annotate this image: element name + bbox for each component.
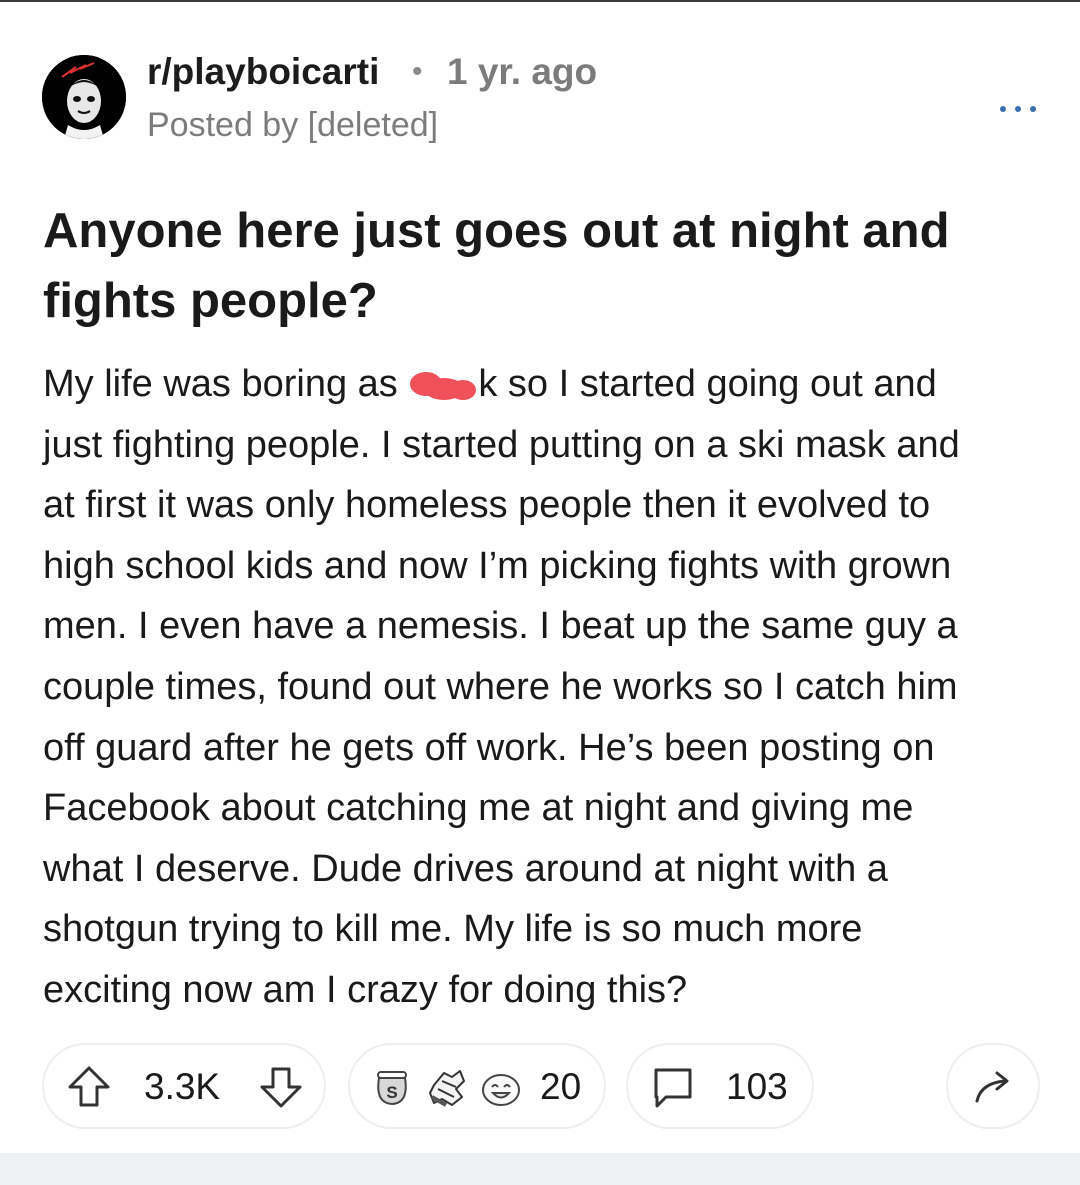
downvote-arrow-icon[interactable]: [258, 1064, 304, 1110]
more-options-icon-dot: [1015, 106, 1021, 112]
post-body-line: at first it was only homeless people the…: [43, 484, 931, 527]
upvote-arrow-icon[interactable]: [66, 1064, 112, 1110]
post-body-line: high school kids and now I’m picking fig…: [43, 544, 952, 587]
more-options-icon: [1000, 106, 1006, 112]
subreddit-name[interactable]: r/playboicarti: [147, 50, 379, 94]
post-body-line: what I deserve. Dude drives around at ni…: [43, 847, 888, 890]
post-body-line: My life was boring as k so I started goi…: [43, 354, 1053, 415]
post-body: My life was boring as k so I started goi…: [43, 354, 1053, 1021]
share-button[interactable]: [946, 1043, 1040, 1129]
post-title-line: Anyone here just goes out at night and: [43, 204, 950, 258]
post-body-line: men. I even have a nemesis. I beat up th…: [43, 605, 958, 648]
post-body-line: shotgun trying to kill me. My life is so…: [43, 908, 863, 951]
silver-award-icon: S: [377, 1071, 407, 1106]
post-body-line: off guard after he gets off work. He’s b…: [43, 726, 935, 769]
facepalm-award-icon: [429, 1070, 465, 1107]
post-body-text: k so I started going out and: [478, 363, 937, 405]
awards-count: 20: [540, 1066, 582, 1107]
post-title[interactable]: Anyone here just goes out at night and f…: [43, 196, 1043, 336]
comments-count: 103: [726, 1066, 788, 1107]
post-title-line: fights people?: [43, 274, 378, 328]
redaction-mark: [410, 371, 477, 400]
share-arrow-icon: [975, 1071, 1009, 1103]
top-border: [0, 0, 1080, 2]
post-body-line: just fighting people. I started putting …: [43, 423, 960, 466]
comments-button[interactable]: 103: [626, 1043, 814, 1129]
meta-separator: •: [412, 55, 423, 88]
awards-button[interactable]: S 20: [348, 1043, 606, 1129]
bottom-divider: [0, 1153, 1080, 1185]
more-options-button[interactable]: [996, 96, 1040, 124]
post-body-line: couple times, found out where he works s…: [43, 665, 958, 708]
laughing-award-icon: [482, 1074, 520, 1106]
post-time: 1 yr. ago: [447, 51, 598, 92]
avatar-image: [42, 55, 126, 139]
svg-text:S: S: [386, 1083, 397, 1102]
comment-bubble-icon: [654, 1068, 692, 1108]
posted-by: Posted by [deleted]: [147, 106, 439, 144]
subreddit-avatar[interactable]: [42, 55, 126, 139]
more-options-icon-dot: [1030, 106, 1036, 112]
post-body-text: My life was boring as: [43, 363, 409, 405]
vote-bar: 3.3K: [42, 1043, 326, 1129]
vote-count: 3.3K: [144, 1066, 221, 1107]
post-body-line: Facebook about catching me at night and …: [43, 787, 914, 830]
post-body-line: exciting now am I crazy for doing this?: [43, 968, 688, 1011]
